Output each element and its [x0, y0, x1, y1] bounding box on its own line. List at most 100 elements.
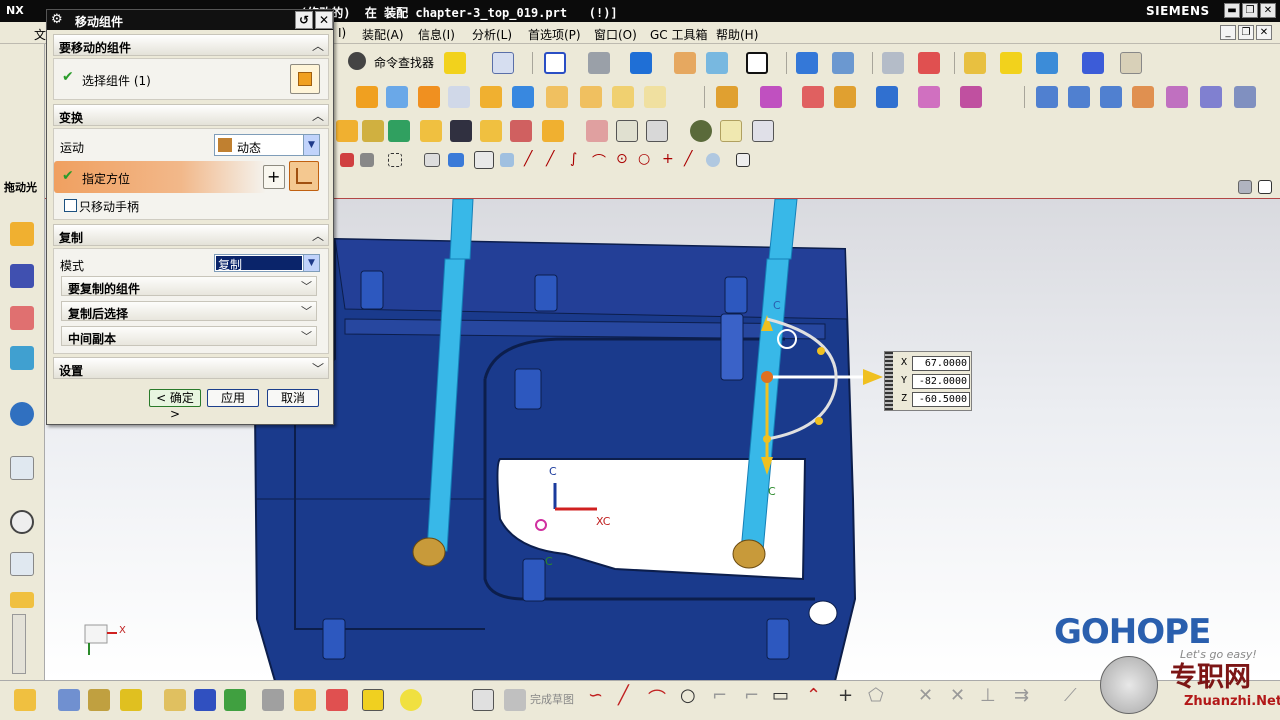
bottom-array-icon[interactable]	[164, 689, 186, 711]
dimension-icon[interactable]	[1082, 52, 1104, 74]
bottom-add-icon[interactable]	[88, 689, 110, 711]
revolve-icon[interactable]	[386, 86, 408, 108]
subtract-icon[interactable]	[760, 86, 782, 108]
mode-dropdown[interactable]: 复制 ▼	[214, 254, 320, 272]
pad-icon[interactable]	[512, 86, 534, 108]
mirror-icon[interactable]: ⟋	[1064, 685, 1077, 706]
surface-7-icon[interactable]	[1234, 86, 1256, 108]
sketch-icon[interactable]	[472, 689, 494, 711]
snap-intersect-icon[interactable]: +	[662, 151, 674, 167]
select-2-icon[interactable]	[360, 153, 374, 167]
history-icon[interactable]	[10, 510, 34, 534]
chevron-down-icon[interactable]: ﹀	[312, 360, 324, 377]
intermediate-copies-header[interactable]: 中间副本 ﹀	[61, 326, 317, 346]
fillet-icon[interactable]: ⌐	[712, 685, 727, 706]
doc-minimize-button[interactable]: _	[1220, 25, 1236, 40]
shaded-cube-icon[interactable]	[630, 52, 652, 74]
snap-grid-icon[interactable]	[736, 153, 750, 167]
info-icon[interactable]	[10, 402, 34, 426]
constraint-navigator-icon[interactable]	[10, 264, 34, 288]
snap-curve-icon[interactable]: ∫	[570, 151, 577, 167]
chevron-up-icon[interactable]: ︿	[312, 227, 324, 244]
part-navigator-icon[interactable]	[10, 306, 34, 330]
snap-quadrant-icon[interactable]: ○	[638, 151, 650, 167]
chevron-down-icon[interactable]: ▼	[303, 255, 319, 271]
draft-icon[interactable]	[960, 86, 982, 108]
chevron-down-icon[interactable]: ﹀	[301, 303, 312, 319]
chevron-down-icon[interactable]: ﹀	[301, 278, 312, 294]
grid-icon[interactable]	[616, 120, 638, 142]
surface-3-icon[interactable]	[1100, 86, 1122, 108]
arc-icon[interactable]: ⌒	[648, 685, 666, 711]
csys-dialog-button[interactable]	[289, 161, 319, 191]
coord-z-input[interactable]: -60.5000	[912, 392, 970, 407]
minimize-button[interactable]: ▬	[1224, 3, 1240, 18]
assembly-navigator-icon[interactable]	[10, 222, 34, 246]
assembly-6-icon[interactable]	[480, 120, 502, 142]
report-icon[interactable]	[752, 120, 774, 142]
view-orient-icon[interactable]	[706, 52, 728, 74]
select-component-button[interactable]	[290, 64, 320, 94]
view-option-icon[interactable]	[1238, 180, 1252, 194]
trim-icon[interactable]: ✕	[918, 685, 933, 706]
extrude-icon[interactable]	[356, 86, 378, 108]
section-copy-header[interactable]: 复制 ︿	[53, 224, 329, 246]
line-icon[interactable]: ╱	[618, 685, 629, 706]
dialog-close-button[interactable]: ✕	[315, 11, 333, 29]
assembly-5-icon[interactable]	[450, 120, 472, 142]
doc-restore-button[interactable]: ❐	[1238, 25, 1254, 40]
menu-file[interactable]: 文	[34, 26, 46, 43]
render-icon[interactable]	[588, 52, 610, 74]
menu-tools[interactable]: I)	[338, 26, 346, 40]
polyline-icon[interactable]: ⌃	[806, 685, 821, 706]
dialog-title-bar[interactable]: ⚙ 移动组件 ↺ ✕	[47, 10, 333, 30]
unite-icon[interactable]	[716, 86, 738, 108]
eye-icon[interactable]	[690, 120, 712, 142]
assembly-8-icon[interactable]	[542, 120, 564, 142]
snap-end-icon[interactable]	[500, 153, 514, 167]
chamfer-icon[interactable]	[644, 86, 666, 108]
doc-close-button[interactable]: ✕	[1256, 25, 1272, 40]
chevron-down-icon[interactable]: ﹀	[301, 328, 312, 344]
menu-assembly[interactable]: 装配(A)	[362, 26, 404, 43]
menu-info[interactable]: 信息(I)	[418, 26, 455, 43]
assembly-9-icon[interactable]	[586, 120, 608, 142]
corner-icon[interactable]: ⊥	[980, 685, 996, 706]
select-after-copy-header[interactable]: 复制后选择 ﹀	[61, 301, 317, 321]
highlight-icon[interactable]	[444, 52, 466, 74]
bottom-new-icon[interactable]	[120, 689, 142, 711]
assembly-7-icon[interactable]	[510, 120, 532, 142]
surface-6-icon[interactable]	[1200, 86, 1222, 108]
finish-sketch-icon[interactable]	[504, 689, 526, 711]
rect-select-icon[interactable]	[388, 153, 402, 167]
extend-icon[interactable]: ✕	[950, 685, 965, 706]
surface-5-icon[interactable]	[1166, 86, 1188, 108]
maximize-button[interactable]: ❐	[1242, 3, 1258, 18]
surface-1-icon[interactable]	[1036, 86, 1058, 108]
layer-icon[interactable]	[832, 52, 854, 74]
surface-2-icon[interactable]	[1068, 86, 1090, 108]
system-materials-icon[interactable]	[10, 552, 34, 576]
section-transform-header[interactable]: 变换 ︿	[53, 104, 329, 126]
binoculars-icon[interactable]	[348, 52, 366, 70]
bottom-assembly-icon[interactable]	[14, 689, 36, 711]
bottom-clip-icon[interactable]	[400, 689, 422, 711]
menu-help[interactable]: 帮助(H)	[716, 26, 758, 43]
bottom-seq-icon[interactable]	[294, 689, 316, 711]
key-icon[interactable]	[1000, 52, 1022, 74]
bottom-move-icon[interactable]	[224, 689, 246, 711]
assembly-2-icon[interactable]	[362, 120, 384, 142]
bottom-check-icon[interactable]	[362, 689, 384, 711]
reuse-library-icon[interactable]	[10, 346, 34, 370]
bottom-wave-icon[interactable]	[326, 689, 348, 711]
coord-y-input[interactable]: -82.0000	[912, 374, 970, 389]
offset-face-icon[interactable]	[918, 86, 940, 108]
ok-button[interactable]: < 确定 >	[149, 389, 201, 421]
chamfer-sketch-icon[interactable]: ⌐	[744, 685, 759, 706]
measure-angle-icon[interactable]	[918, 52, 940, 74]
open-folder-icon[interactable]	[674, 52, 696, 74]
bottom-constraint-icon[interactable]	[194, 689, 216, 711]
snap-line-icon[interactable]: ╱	[524, 151, 532, 167]
snap-arc-icon[interactable]: ⌒	[592, 151, 606, 171]
finish-sketch-label[interactable]: 完成草图	[530, 691, 574, 707]
